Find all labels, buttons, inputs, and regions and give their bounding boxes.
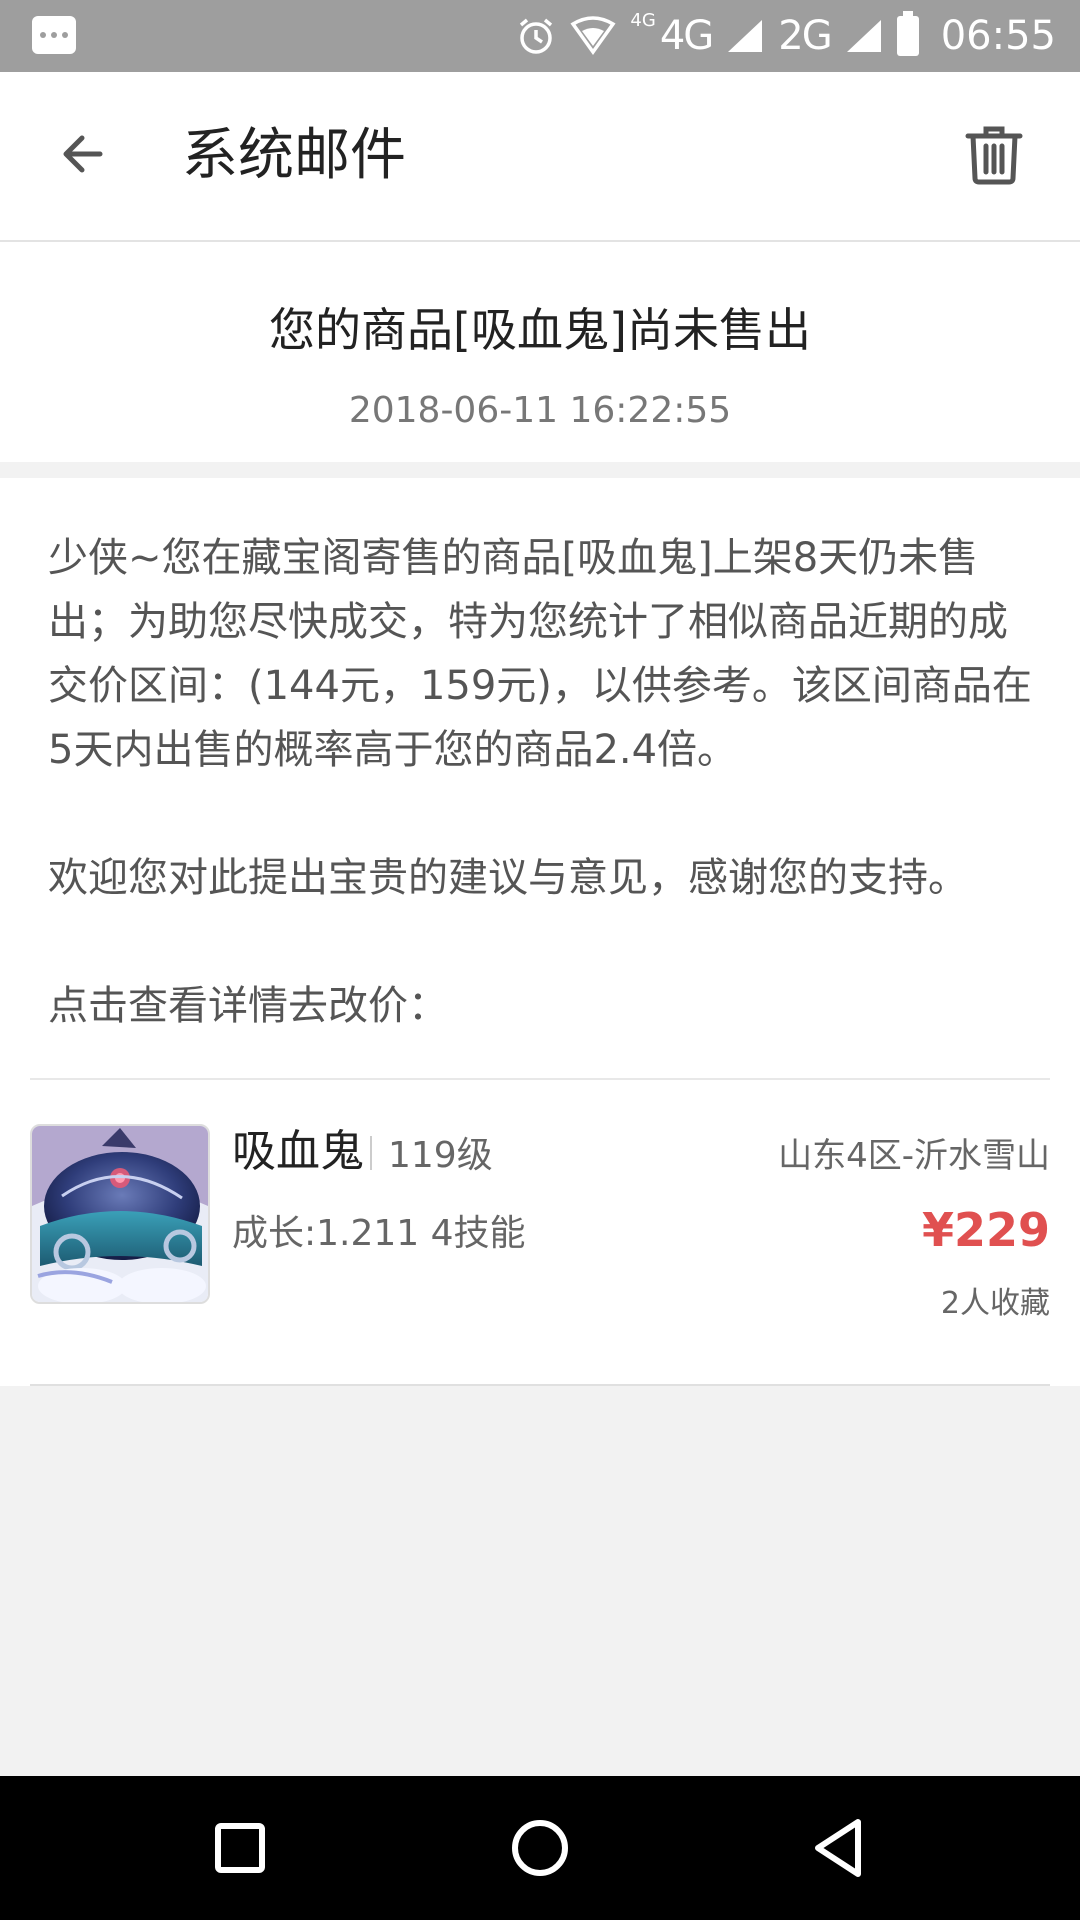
page-title: 系统邮件 bbox=[182, 123, 406, 188]
divider bbox=[30, 1384, 1050, 1386]
arrow-left-icon bbox=[63, 135, 103, 173]
vampire-pet-image bbox=[32, 1126, 208, 1302]
navigation-bar bbox=[0, 1776, 1080, 1920]
product-detail: 成长:1.211 4技能 bbox=[232, 1213, 526, 1254]
product-card[interactable]: 吸血鬼 119级 山东4区-沂水雪山 成长:1.211 4技能 ¥229 2人收… bbox=[30, 1124, 1050, 1324]
home-button[interactable] bbox=[504, 1812, 576, 1884]
battery-icon bbox=[896, 11, 919, 56]
mail-paragraph: 欢迎您对此提出宝贵的建议与意见，感谢您的支持。 bbox=[48, 855, 968, 901]
recents-button[interactable] bbox=[204, 1812, 276, 1884]
separator bbox=[370, 1136, 372, 1170]
wifi-icon bbox=[570, 16, 616, 56]
product-name: 吸血鬼 bbox=[232, 1126, 364, 1177]
product-level: 119级 bbox=[388, 1135, 493, 1176]
network-type-2: 2G bbox=[778, 13, 832, 59]
delete-button[interactable] bbox=[960, 120, 1028, 188]
triangle-back-icon bbox=[815, 1819, 861, 1877]
square-icon bbox=[215, 1823, 265, 1873]
clock: 06:55 bbox=[940, 13, 1056, 59]
product-favorites: 2人收藏 bbox=[940, 1286, 1050, 1321]
trash-icon bbox=[965, 126, 1023, 185]
status-indicators: 4G 4G 2G 06:55 bbox=[516, 0, 1056, 72]
divider bbox=[30, 1078, 1050, 1080]
mail-paragraph: 少侠~您在藏宝阁寄售的商品[吸血鬼]上架8天仍未售出；为助您尽快成交，特为您统计… bbox=[48, 535, 1032, 773]
network-type-1: 4G bbox=[659, 13, 714, 59]
back-button[interactable] bbox=[48, 118, 120, 190]
product-server: 山东4区-沂水雪山 bbox=[778, 1136, 1050, 1176]
back-nav-button[interactable] bbox=[804, 1812, 876, 1884]
mail-paragraph: 点击查看详情去改价： bbox=[48, 983, 448, 1029]
mail-content: 少侠~您在藏宝阁寄售的商品[吸血鬼]上架8天仍未售出；为助您尽快成交，特为您统计… bbox=[48, 526, 1038, 1102]
mail-header: 您的商品[吸血鬼]尚未售出 2018-06-11 16:22:55 bbox=[0, 242, 1080, 462]
app-header: 系统邮件 bbox=[0, 72, 1080, 242]
network-type-small: 4G bbox=[630, 10, 656, 31]
mail-date: 2018-06-11 16:22:55 bbox=[348, 390, 732, 431]
mail-body: 少侠~您在藏宝阁寄售的商品[吸血鬼]上架8天仍未售出；为助您尽快成交，特为您统计… bbox=[0, 478, 1080, 1386]
signal-icon-2 bbox=[846, 20, 881, 52]
mail-subject: 您的商品[吸血鬼]尚未售出 bbox=[269, 303, 811, 357]
signal-icon-1 bbox=[728, 20, 763, 52]
product-price: ¥229 bbox=[921, 1203, 1050, 1257]
alarm-icon bbox=[520, 18, 553, 54]
circle-icon bbox=[512, 1820, 568, 1876]
message-notification-icon bbox=[32, 16, 76, 54]
status-bar: 4G 4G 2G 06:55 bbox=[0, 0, 1080, 72]
product-thumbnail bbox=[30, 1124, 210, 1304]
